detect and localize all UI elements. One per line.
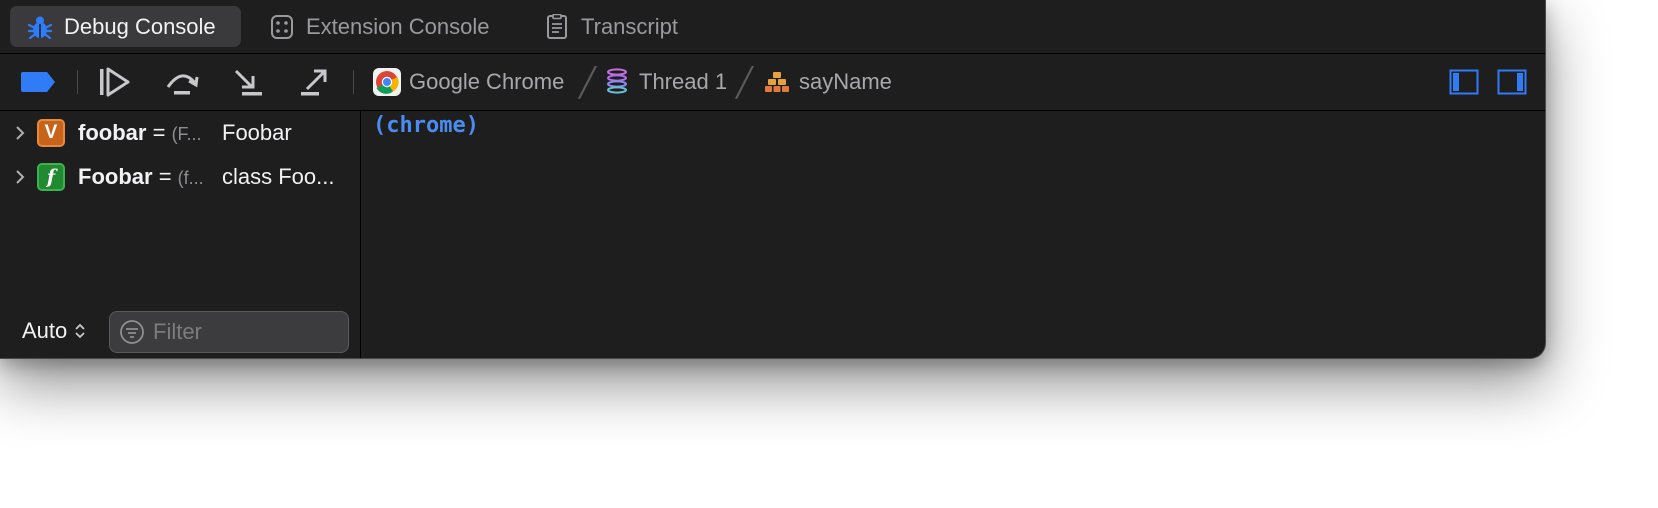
- debug-console-window: Debug Console Extension Console Transcri…: [0, 0, 1546, 359]
- tab-bar: Debug Console Extension Console Transcri…: [0, 0, 1545, 54]
- tab-label: Extension Console: [306, 13, 490, 39]
- breadcrumb-separator: ╱: [579, 67, 596, 98]
- variable-row[interactable]: V foobar = (F... Foobar: [0, 113, 360, 153]
- filter-input[interactable]: [153, 319, 333, 345]
- step-over-icon[interactable]: [163, 66, 201, 98]
- up-down-chevron-icon: [75, 323, 85, 339]
- stack-frame-icon: [763, 68, 791, 96]
- tab-extension-console[interactable]: Extension Console: [252, 6, 505, 47]
- variable-name: foobar = (F...: [78, 120, 202, 145]
- breadcrumb-separator: ╱: [736, 67, 753, 98]
- variable-value: Foobar: [222, 120, 292, 145]
- chevron-right-icon[interactable]: [12, 125, 28, 141]
- toolbar-divider: [353, 70, 354, 94]
- breadcrumb-label: Google Chrome: [409, 69, 565, 94]
- document-icon: [543, 13, 571, 41]
- tab-debug-console[interactable]: Debug Console: [10, 6, 241, 47]
- breakpoint-toggle-icon[interactable]: [18, 66, 58, 98]
- tab-label: Debug Console: [64, 13, 216, 39]
- show-left-pane-icon[interactable]: [1448, 66, 1480, 98]
- variable-name: Foobar = (f...: [78, 164, 204, 189]
- step-out-icon[interactable]: [298, 66, 332, 98]
- breadcrumb-label: sayName: [799, 69, 892, 94]
- step-into-icon[interactable]: [231, 66, 265, 98]
- breadcrumb-thread[interactable]: Thread 1: [603, 68, 727, 96]
- console-output[interactable]: (chrome): [361, 111, 1545, 358]
- scope-selector-label: Auto: [22, 318, 68, 343]
- breadcrumb-label: Thread 1: [639, 69, 728, 94]
- console-line: (chrome): [373, 113, 479, 138]
- chrome-icon: [373, 68, 401, 96]
- variable-value: class Foo...: [222, 164, 335, 189]
- function-kind-icon: f: [37, 163, 65, 191]
- extension-icon: [268, 13, 296, 41]
- thread-icon: [603, 68, 631, 96]
- tab-transcript[interactable]: Transcript: [527, 6, 694, 47]
- bug-icon: [26, 13, 54, 41]
- debug-toolbar: Google Chrome ╱ Thread 1 ╱ sayName: [0, 54, 1545, 111]
- variable-kind-icon: V: [37, 119, 65, 147]
- continue-icon[interactable]: [96, 66, 132, 98]
- chevron-right-icon[interactable]: [12, 169, 28, 185]
- breadcrumb-frame[interactable]: sayName: [763, 68, 892, 96]
- filter-field[interactable]: [109, 311, 349, 353]
- scope-selector[interactable]: Auto: [22, 318, 87, 344]
- tab-label: Transcript: [581, 13, 678, 39]
- toolbar-divider: [77, 70, 78, 94]
- breadcrumb-target[interactable]: Google Chrome: [373, 68, 564, 96]
- show-right-pane-icon[interactable]: [1496, 66, 1528, 98]
- variable-row[interactable]: f Foobar = (f... class Foo...: [0, 157, 360, 197]
- filter-icon: [120, 320, 144, 344]
